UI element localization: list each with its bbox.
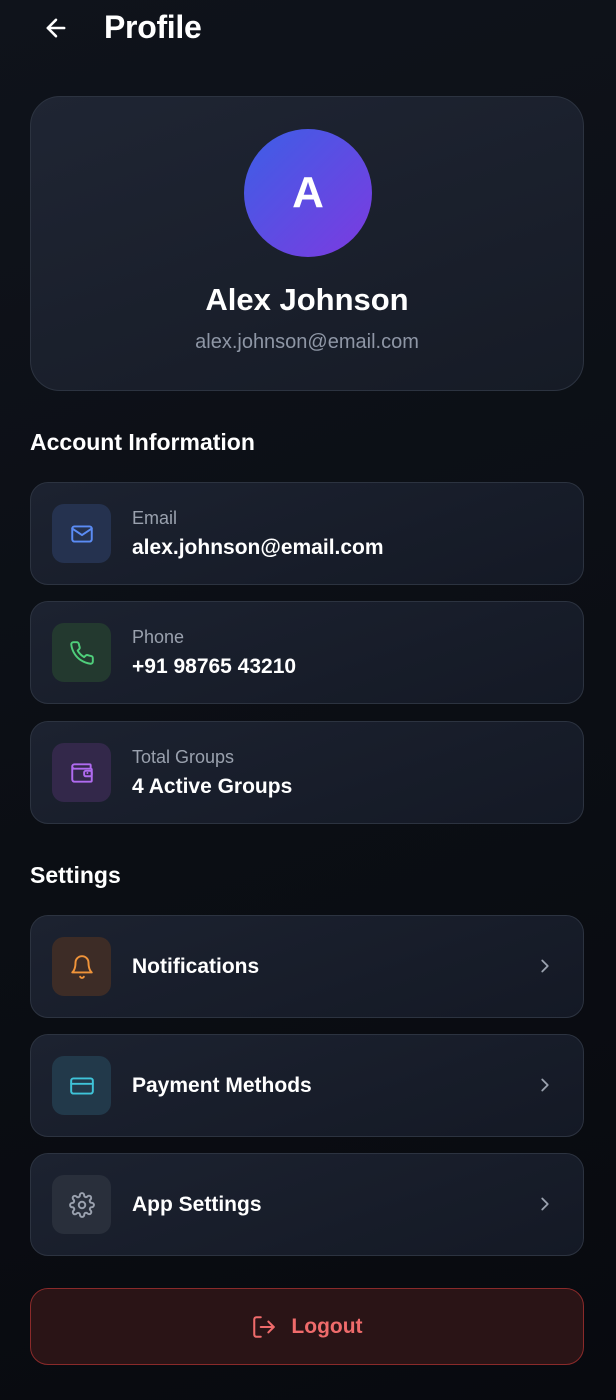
wallet-icon <box>70 762 93 783</box>
account-item-email: Email alex.johnson@email.com <box>30 482 584 585</box>
back-button[interactable] <box>40 12 72 44</box>
avatar: A <box>244 129 372 257</box>
settings-item-label: Payment Methods <box>132 1074 312 1097</box>
phone-icon <box>69 640 94 665</box>
groups-icon-box <box>52 743 111 802</box>
account-item-value: 4 Active Groups <box>132 775 293 798</box>
chevron-right-icon <box>533 1192 557 1216</box>
account-item-value: +91 98765 43210 <box>132 655 297 678</box>
credit-card-icon <box>69 1076 94 1095</box>
profile-card: A Alex Johnson alex.johnson@email.com <box>30 96 584 391</box>
page-title: Profile <box>104 9 202 45</box>
settings-item-app-settings[interactable]: App Settings <box>30 1153 584 1256</box>
settings-item-label: Notifications <box>132 955 260 978</box>
account-item-value: alex.johnson@email.com <box>132 536 384 559</box>
settings-item-label: App Settings <box>132 1193 262 1216</box>
account-section-title: Account Information <box>30 429 255 455</box>
chevron-right-icon <box>533 954 557 978</box>
chevron-right-icon <box>533 1073 557 1097</box>
settings-section-title: Settings <box>30 862 121 888</box>
profile-email: alex.johnson@email.com <box>195 331 419 353</box>
account-item-label: Total Groups <box>132 747 235 767</box>
logout-icon <box>253 1315 276 1338</box>
account-item-label: Email <box>132 508 178 528</box>
email-icon-box <box>52 504 111 563</box>
logout-button[interactable]: Logout <box>30 1288 584 1365</box>
account-item-label: Phone <box>132 627 185 647</box>
logout-label: Logout <box>291 1314 363 1338</box>
header: Profile <box>0 0 616 56</box>
payment-icon-box <box>52 1056 111 1115</box>
account-item-phone: Phone +91 98765 43210 <box>30 601 584 704</box>
notifications-icon-box <box>52 937 111 996</box>
app-settings-icon-box <box>52 1175 111 1234</box>
profile-name: Alex Johnson <box>205 282 409 317</box>
bell-icon <box>70 954 93 979</box>
settings-item-notifications[interactable]: Notifications <box>30 915 584 1018</box>
account-item-groups: Total Groups 4 Active Groups <box>30 721 584 824</box>
gear-icon <box>68 1191 95 1218</box>
mail-icon <box>70 524 93 543</box>
arrow-left-icon <box>46 18 66 38</box>
profile-screen: Profile A Alex Johnson alex.johnson@emai… <box>0 0 616 1400</box>
settings-item-payment-methods[interactable]: Payment Methods <box>30 1034 584 1137</box>
phone-icon-box <box>52 623 111 682</box>
